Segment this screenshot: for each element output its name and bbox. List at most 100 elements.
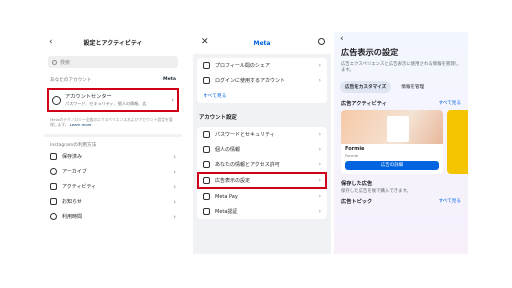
- account-center-item[interactable]: アカウントセンター パスワード、セキュリティ、個人の情報、広 ›: [47, 88, 179, 112]
- chevron-right-icon: ›: [318, 161, 321, 168]
- info-icon: [203, 161, 210, 168]
- list-item-label: 広告表示の設定: [215, 178, 251, 184]
- chevron-right-icon: ›: [173, 152, 176, 161]
- see-all-link[interactable]: すべて見る: [439, 198, 461, 205]
- ad-figure: [387, 116, 409, 143]
- page-title: 広告表示の設定: [341, 47, 399, 57]
- list-item-notifications[interactable]: お知らせ ›: [44, 194, 182, 209]
- megaphone-icon: [203, 177, 210, 184]
- section-title: 広告アクティビティ: [341, 101, 387, 108]
- list-item-archive[interactable]: アーカイブ ›: [44, 164, 182, 179]
- account-icon: [52, 95, 61, 105]
- activity-icon: [50, 183, 57, 191]
- chevron-right-icon: ›: [318, 77, 321, 84]
- account-center-note: Metaのテクノロジー全般のエクスペリエンスおよびアカウント設定を管理します。 …: [44, 114, 182, 130]
- ad-image: [341, 110, 443, 145]
- ad-details-button[interactable]: 広告の詳細: [345, 161, 439, 171]
- chevron-right-icon: ›: [171, 96, 174, 104]
- settings-activity-screen: ‹ 設定とアクティビティ 検索 あなたのアカウント Meta アカウントセンター…: [44, 32, 182, 254]
- list-item-ad-preferences[interactable]: 広告表示の設定 ›: [197, 172, 327, 189]
- header: ‹ 設定とアクティビティ: [44, 32, 182, 52]
- list-item-label: あなたの情報とアクセス許可: [215, 162, 280, 168]
- shield-icon: [203, 131, 210, 138]
- list-item-label: 利用時間: [62, 214, 83, 221]
- list-item-label: 保存済み: [62, 154, 83, 161]
- list-item-your-information[interactable]: あなたの情報とアクセス許可 ›: [197, 157, 327, 172]
- bell-icon: [50, 198, 57, 206]
- list-item-label: 個人の情報: [215, 147, 241, 153]
- ad-card[interactable]: Formie Formie 広告の詳細: [341, 110, 443, 175]
- chevron-right-icon: ›: [318, 208, 321, 215]
- list-item-activity[interactable]: アクティビティ ›: [44, 179, 182, 194]
- list-item-label: お知らせ: [62, 199, 82, 206]
- list-item-label: アーカイブ: [62, 169, 87, 176]
- usage-section-header: Instagramの利用方法: [50, 143, 97, 149]
- meta-logo: Meta: [163, 77, 176, 82]
- list-item-label: Meta Pay: [215, 193, 238, 200]
- archive-icon: [50, 168, 57, 176]
- chevron-right-icon: ›: [173, 197, 176, 206]
- ad-preferences-screen: ‹ 広告表示の設定 広告エクスペリエンスと広告表示に使用される情報を管理します。…: [334, 32, 468, 254]
- ad-card-partial[interactable]: [447, 110, 468, 175]
- settings-card: パスワードとセキュリティ › 個人の情報 › あなたの情報とアクセス許可 › 広…: [197, 127, 327, 219]
- section-label: あなたのアカウント: [50, 78, 92, 83]
- list-item-meta-verified[interactable]: Meta認証 ›: [197, 204, 327, 219]
- saved-ads-title: 保存した広告: [341, 181, 373, 188]
- search-input[interactable]: 検索: [48, 56, 178, 68]
- top-card: プロフィール間のシェア › ログインに使用するアカウント › すべて見る: [197, 58, 327, 103]
- learn-more-link[interactable]: Learn more: [70, 122, 92, 127]
- tab-manage-info[interactable]: 情報を管理: [396, 81, 429, 93]
- id-card-icon: [203, 146, 210, 153]
- profile-share-icon: [203, 62, 210, 69]
- chevron-right-icon: ›: [173, 167, 176, 176]
- advertiser-name: Formie: [345, 146, 365, 153]
- list-item-personal-details[interactable]: 個人の情報 ›: [197, 142, 327, 157]
- chevron-right-icon: ›: [318, 177, 321, 184]
- section-title: 広告トピック: [341, 199, 373, 206]
- search-icon[interactable]: [318, 38, 325, 45]
- verified-badge-icon: [203, 208, 210, 215]
- accounts-center-screen: ✕ Meta プロフィール間のシェア › ログインに使用するアカウント › すべ…: [193, 32, 331, 254]
- advertiser-source: Formie: [345, 153, 358, 159]
- list-item-label: ログインに使用するアカウント: [215, 78, 286, 84]
- account-settings-header: アカウント設定: [199, 115, 237, 121]
- page-title: 設定とアクティビティ: [83, 39, 143, 47]
- header: ✕ Meta: [193, 32, 331, 54]
- ad-topics-header: 広告トピック すべて見る: [334, 194, 468, 208]
- clock-icon: [50, 213, 57, 221]
- back-arrow-icon[interactable]: ‹: [49, 37, 53, 47]
- back-arrow-icon[interactable]: ‹: [334, 32, 468, 46]
- chevron-right-icon: ›: [318, 193, 321, 200]
- see-all-link[interactable]: すべて見る: [197, 88, 327, 103]
- tab-customize-ads[interactable]: 広告をカスタマイズ: [340, 81, 392, 94]
- list-item-label: Meta認証: [215, 209, 238, 215]
- account-section-header: あなたのアカウント Meta: [44, 74, 182, 86]
- card-icon: [203, 193, 210, 200]
- list-item-meta-pay[interactable]: Meta Pay ›: [197, 189, 327, 204]
- list-item-label: プロフィール間のシェア: [215, 63, 270, 69]
- list-item-login-accounts[interactable]: ログインに使用するアカウント ›: [197, 73, 327, 88]
- ad-carousel: Formie Formie 広告の詳細: [334, 110, 468, 175]
- search-icon: [52, 59, 57, 65]
- see-all-link[interactable]: すべて見る: [439, 100, 461, 107]
- account-center-title: アカウントセンター: [65, 94, 112, 100]
- list-item-time-spent[interactable]: 利用時間 ›: [44, 209, 182, 224]
- chevron-right-icon: ›: [173, 212, 176, 221]
- login-icon: [203, 77, 210, 84]
- list-item-saved[interactable]: 保存済み ›: [44, 149, 182, 164]
- page-description: 広告エクスペリエンスと広告表示に使用される情報を管理します。: [341, 62, 460, 74]
- meta-logo: Meta: [253, 39, 271, 47]
- note-text: Metaのテクノロジー全般のエクスペリエンスおよびアカウント設定を管理します。: [50, 117, 173, 128]
- ad-activity-header: 広告アクティビティ すべて見る: [334, 96, 468, 110]
- chevron-right-icon: ›: [318, 131, 321, 138]
- tab-bar: 広告をカスタマイズ 情報を管理: [340, 81, 462, 94]
- list-item-label: パスワードとセキュリティ: [215, 132, 275, 138]
- chevron-right-icon: ›: [318, 62, 321, 69]
- chevron-right-icon: ›: [173, 182, 176, 191]
- list-item-label: アクティビティ: [62, 184, 97, 191]
- list-item-profile-sharing[interactable]: プロフィール間のシェア ›: [197, 58, 327, 73]
- search-placeholder: 検索: [60, 59, 71, 66]
- close-icon[interactable]: ✕: [201, 37, 209, 47]
- chevron-right-icon: ›: [318, 146, 321, 153]
- list-item-password-security[interactable]: パスワードとセキュリティ ›: [197, 127, 327, 142]
